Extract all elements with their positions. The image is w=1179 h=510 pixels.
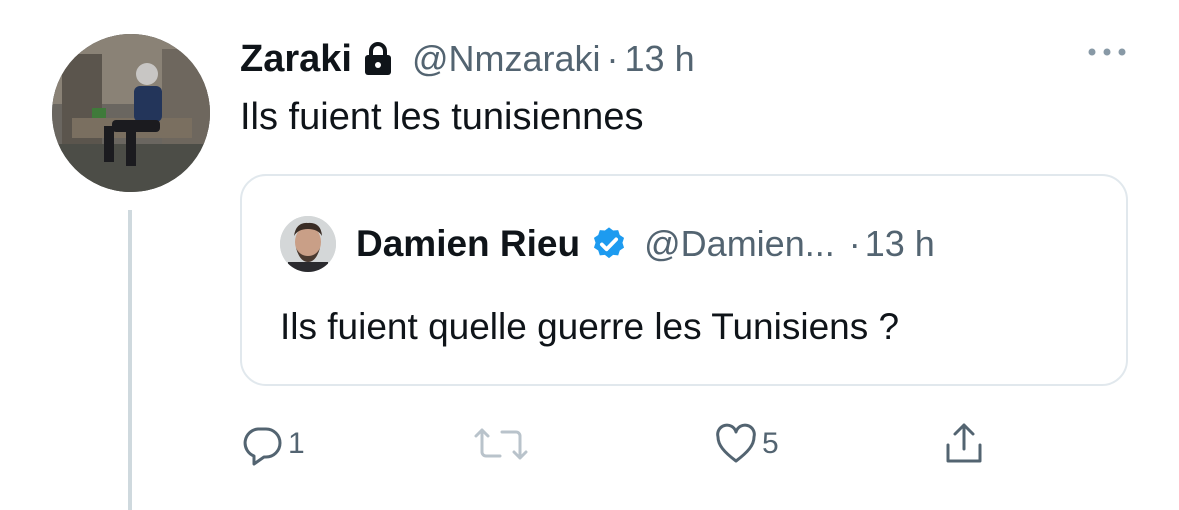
tweet-text: Ils fuient les tunisiennes xyxy=(240,96,644,138)
quoted-tweet-header: Damien Rieu @Damien... · 13 h xyxy=(356,218,935,270)
avatar-image xyxy=(52,34,210,192)
tweet[interactable]: Zaraki @Nmzaraki · 13 h Ils fuient les t… xyxy=(0,0,1179,510)
quoted-author-avatar xyxy=(280,216,336,272)
quoted-tweet-timestamp: 13 h xyxy=(864,223,935,264)
more-icon[interactable] xyxy=(1084,44,1130,60)
like-button[interactable]: 5 xyxy=(714,418,779,470)
lock-icon xyxy=(362,41,394,77)
tweet-timestamp[interactable]: 13 h xyxy=(625,38,695,80)
tweet-header: Zaraki @Nmzaraki · 13 h xyxy=(240,32,695,86)
quoted-tweet[interactable]: Damien Rieu @Damien... · 13 h Ils fuient… xyxy=(240,174,1128,386)
author-name[interactable]: Zaraki xyxy=(240,38,352,81)
separator-dot: · xyxy=(606,38,619,79)
share-button[interactable] xyxy=(942,418,986,470)
reply-icon xyxy=(243,427,282,466)
heart-icon xyxy=(716,423,756,463)
share-icon xyxy=(946,423,982,463)
verified-icon xyxy=(590,225,628,263)
quoted-tweet-text: Ils fuient quelle guerre les Tunisiens ? xyxy=(280,306,900,347)
reply-button[interactable]: 1 xyxy=(240,418,305,470)
reply-count: 1 xyxy=(288,427,305,460)
author-handle[interactable]: @Nmzaraki xyxy=(412,38,601,80)
retweet-icon xyxy=(474,428,528,460)
quoted-separator-dot: · xyxy=(848,223,861,264)
quoted-author-name: Damien Rieu xyxy=(356,223,581,264)
retweet-button[interactable] xyxy=(470,418,536,470)
like-count: 5 xyxy=(762,427,779,460)
author-avatar[interactable] xyxy=(52,34,210,192)
quoted-author-handle: @Damien... xyxy=(644,223,835,264)
thread-line xyxy=(128,210,132,510)
